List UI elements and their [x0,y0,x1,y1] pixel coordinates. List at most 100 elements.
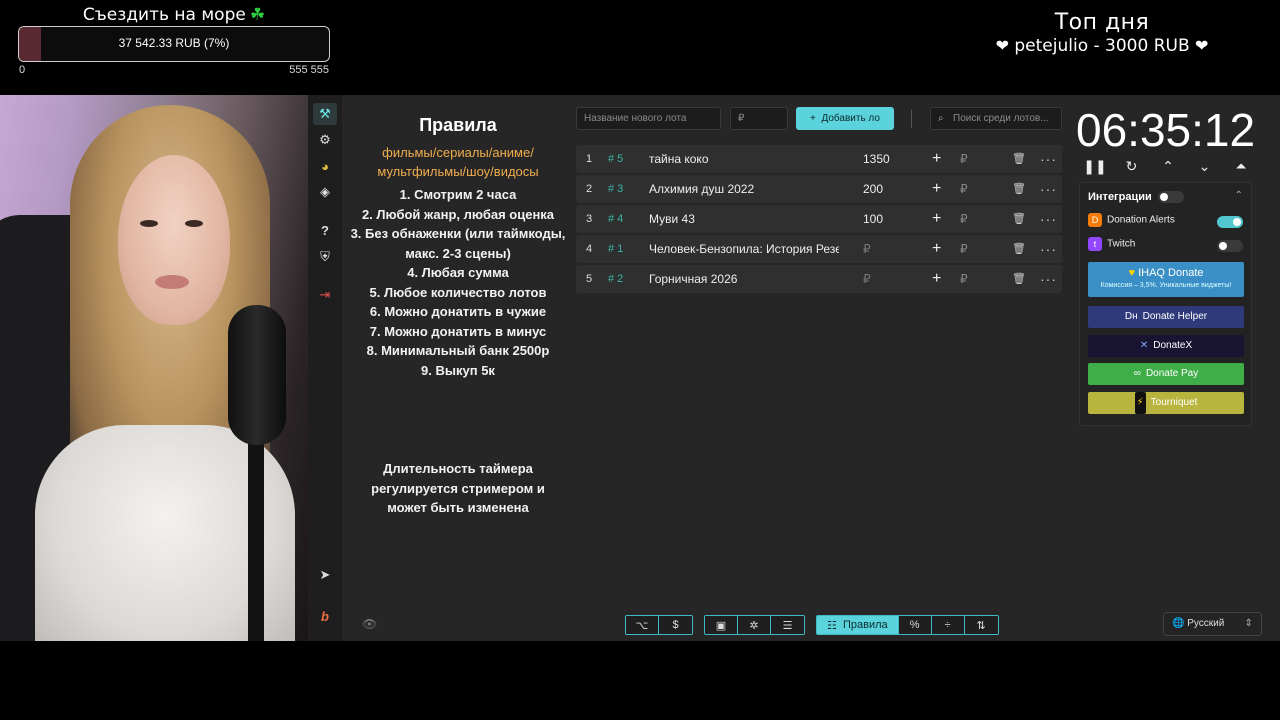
more-icon[interactable]: ··· [1040,205,1057,233]
goal-max: 555 555 [289,64,329,76]
rule-item: 3. Без обнаженки (или таймкоды, макс. 2-… [350,226,566,261]
lot-name[interactable]: Муви 43 [649,205,839,233]
pause-icon[interactable]: ❚❚ [1083,155,1106,177]
service-twitch: t Twitch [1088,237,1135,251]
lot-tag[interactable]: # 4 [608,205,623,233]
add-amount-icon[interactable]: + [932,235,941,263]
more-icon[interactable]: ··· [1040,235,1057,263]
timer-display: 06:35:12 [1076,104,1256,156]
trash-icon[interactable]: 🗑 [1012,235,1026,263]
divide-icon[interactable]: ÷ [931,616,965,634]
dollar-icon[interactable]: $ [659,616,692,634]
boosty-icon[interactable]: b [313,605,337,627]
lot-amount[interactable]: ₽ [863,235,871,263]
timer-note: Длительность таймера регулируется стриме… [371,461,545,515]
sort-icon[interactable]: ⇅ [964,616,998,634]
trash-icon[interactable]: 🗑 [1012,175,1026,203]
add-amount-icon[interactable]: + [932,175,941,203]
layers-icon[interactable]: ◈ [313,181,337,203]
add-lot-button[interactable]: + Добавить ло [796,107,894,130]
add-amount-icon[interactable]: + [932,145,941,173]
add-amount-icon[interactable]: + [932,265,941,293]
integrations-toggle[interactable] [1158,191,1184,203]
lot-row[interactable]: 1 # 5 тайна коко 1350 + ₽ 🗑 ··· [576,145,1062,173]
lot-tag[interactable]: # 1 [608,235,623,263]
lot-row[interactable]: 5 # 2 Горничная 2026 ₽ + ₽ 🗑 ··· [576,265,1062,293]
donate-pay-button[interactable]: ∞ Donate Pay [1088,363,1244,385]
donatex-button[interactable]: ✕ DonateX [1088,335,1244,357]
hammer-icon[interactable]: ⚒ [313,103,337,125]
new-lot-input[interactable]: Название нового лота [576,107,721,130]
logout-icon[interactable]: ⇥ [313,284,337,306]
select-caret-icon: ⇕ [1244,618,1253,629]
shield-icon[interactable]: ⛨ [313,246,337,268]
lot-name[interactable]: Алхимия душ 2022 [649,175,839,203]
tourniquet-button[interactable]: ⚡ Tourniquet [1088,392,1244,414]
lot-tag[interactable]: # 3 [608,175,623,203]
donate-helper-button[interactable]: Dн Donate Helper [1088,306,1244,328]
eye-icon[interactable]: 👁 [362,617,377,631]
currency-icon[interactable]: ₽ [960,175,968,203]
rule-item: 4. Любая сумма [407,265,509,280]
links-group: ⌥ $ [625,615,693,635]
integrations-panel: Интеграции ⌃ D Donation Alerts t Twitch ♥ … [1079,182,1252,426]
lot-row[interactable]: 4 # 1 Человек-Бензопила: История Резе ₽ … [576,235,1062,263]
more-icon[interactable]: ··· [1040,145,1057,173]
lot-amount[interactable]: 200 [863,175,883,203]
lot-name[interactable]: тайна коко [649,145,839,173]
currency-icon[interactable]: ₽ [960,235,968,263]
integrations-title: Интеграции [1088,191,1152,203]
currency-icon[interactable]: ₽ [960,145,968,173]
lot-amount[interactable]: 1350 [863,145,890,173]
currency-icon[interactable]: ₽ [960,205,968,233]
github-icon[interactable]: ⌥ [626,616,659,634]
help-icon[interactable]: ? [313,219,337,241]
more-icon[interactable]: ··· [1040,265,1057,293]
telegram-icon[interactable]: ➤ [313,564,337,586]
history-icon[interactable]: ☰ [771,616,804,634]
tab-rules[interactable]: ☷ Правила [817,616,899,634]
percent-icon[interactable]: % [898,616,932,634]
microphone [228,305,286,445]
sidebar: ⚒ ⚙ ◕ ◈ ? ⛨ ⇥ ➤ b [308,95,342,641]
lot-index: 1 [586,153,593,165]
top-day-entry: petejulio - 3000 RUB [1014,36,1190,56]
lot-tag[interactable]: # 5 [608,145,623,173]
double-chevron-up-icon[interactable]: ⏶ [1230,155,1252,177]
lot-row[interactable]: 2 # 3 Алхимия душ 2022 200 + ₽ 🗑 ··· [576,175,1062,203]
twitch-toggle[interactable] [1217,240,1243,252]
rule-item: 6. Можно донатить в чужие [369,304,547,319]
lot-amount[interactable]: ₽ [863,265,871,293]
goal-progress-bar: 37 542.33 RUB (7%) [18,26,330,62]
goal-amount: 37 542.33 RUB (7%) [118,36,230,50]
donation-alerts-toggle[interactable] [1217,216,1243,228]
currency-icon[interactable]: ₽ [960,265,968,293]
save-icon[interactable]: ▣ [705,616,738,634]
search-input[interactable]: ⌕ Поиск среди лотов... [930,107,1062,130]
language-label: Русский [1187,618,1225,629]
ihaq-donate-button[interactable]: ♥ IHAQ Donate Комиссия – 3,5%. Уникальны… [1088,262,1244,297]
trash-icon[interactable]: 🗑 [1012,205,1026,233]
trash-icon[interactable]: 🗑 [1012,265,1026,293]
lot-name[interactable]: Горничная 2026 [649,265,839,293]
lot-amount[interactable]: 100 [863,205,883,233]
reset-icon[interactable]: ↻ [1121,155,1143,177]
more-icon[interactable]: ··· [1040,175,1057,203]
chevron-up-icon[interactable]: ⌃ [1157,155,1179,177]
lot-name[interactable]: Человек-Бензопила: История Резе [649,235,839,263]
chevron-up-icon[interactable]: ⌃ [1235,190,1243,201]
new-lot-amount-input[interactable]: ₽ [730,107,788,130]
rule-item: 7. Можно донатить в минус [369,323,547,339]
lot-tag[interactable]: # 2 [608,265,623,293]
pie-chart-icon[interactable]: ◕ [313,155,337,177]
chevron-down-icon[interactable]: ⌄ [1194,155,1216,177]
trash-icon[interactable]: 🗑 [1012,145,1026,173]
rules-list-icon: ☷ [827,619,843,632]
lot-row[interactable]: 3 # 4 Муви 43 100 + ₽ 🗑 ··· [576,205,1062,233]
add-amount-icon[interactable]: + [932,205,941,233]
gear-icon[interactable]: ⚙ [313,129,337,151]
bug-icon[interactable]: ✲ [738,616,771,634]
clover-icon: ☘ [249,5,266,25]
provider-label: Donate Helper [1142,311,1208,322]
language-select[interactable]: 🌐 Русский ⇕ [1163,612,1262,636]
